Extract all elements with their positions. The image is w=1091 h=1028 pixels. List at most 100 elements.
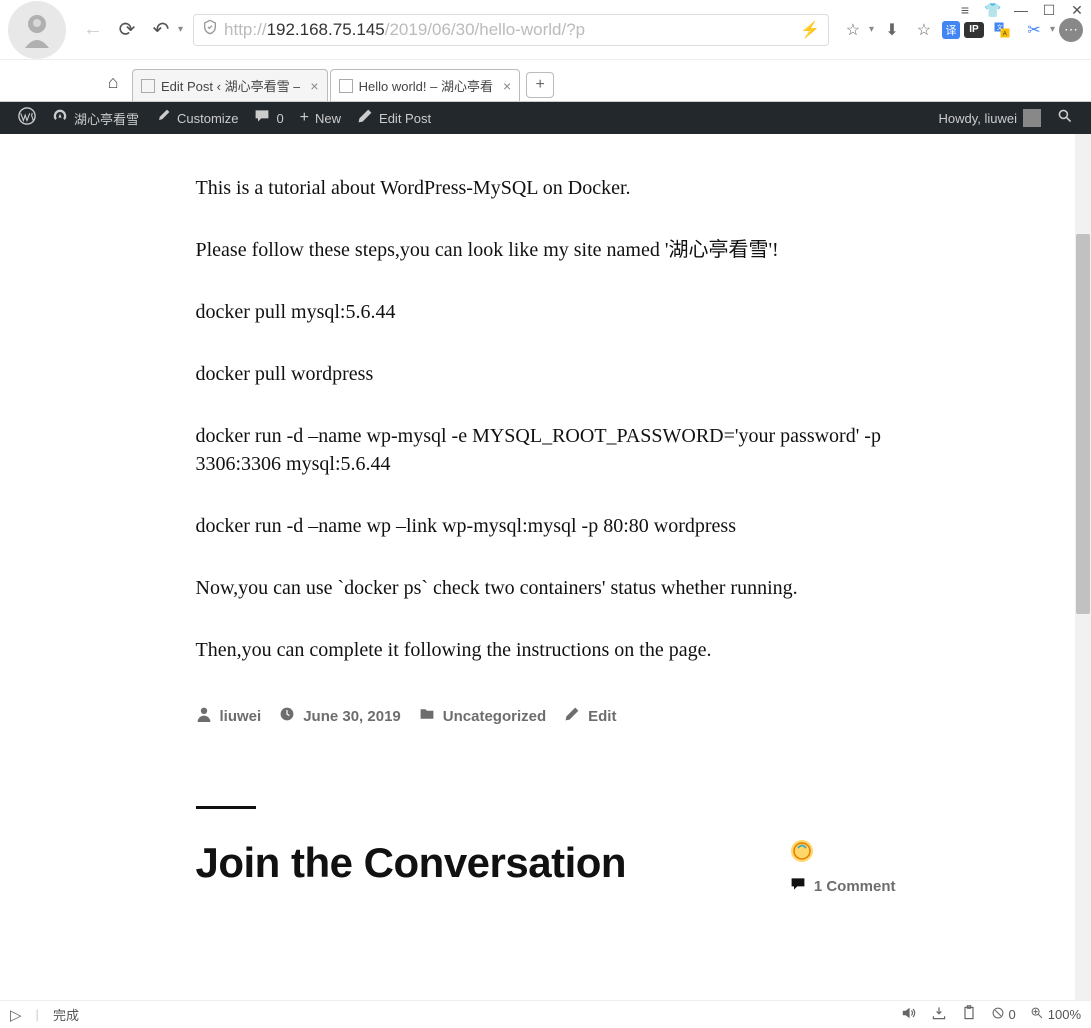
zoom-control[interactable]: 100% <box>1030 1006 1081 1024</box>
google-translate-icon[interactable]: 文A <box>988 16 1016 44</box>
zoom-icon <box>1030 1006 1044 1024</box>
shield-icon <box>202 19 218 40</box>
download-tray-icon[interactable] <box>931 1005 947 1025</box>
bookmark-icon[interactable]: ☆ <box>910 16 938 44</box>
new-label: New <box>315 111 341 126</box>
post-meta: liuwei June 30, 2019 Uncategorized Edit <box>196 698 896 726</box>
meta-edit[interactable]: Edit <box>564 706 616 726</box>
wp-search[interactable] <box>1049 102 1081 134</box>
customize-label: Customize <box>177 111 238 126</box>
howdy-label: Howdy, liuwei <box>938 111 1017 126</box>
post-paragraph: Now,you can use `docker ps` check two co… <box>196 574 896 602</box>
post-paragraph: docker run -d –name wp –link wp-mysql:my… <box>196 512 896 540</box>
comments-count: 0 <box>276 111 283 126</box>
menu-icon[interactable]: ≡ <box>957 2 973 18</box>
tab-hello-world[interactable]: Hello world! – 湖心亭看 × <box>330 69 521 101</box>
post-paragraph: This is a tutorial about WordPress-MySQL… <box>196 174 896 202</box>
page-viewport: This is a tutorial about WordPress-MySQL… <box>0 134 1091 1000</box>
shirt-icon[interactable]: 👕 <box>985 2 1001 18</box>
category-label: Uncategorized <box>443 708 546 725</box>
post-paragraph: Please follow these steps,you can look l… <box>196 236 896 264</box>
author-label: liuwei <box>220 708 262 725</box>
comments-section: Join the Conversation 1 Comment <box>196 806 896 896</box>
clipboard-icon[interactable] <box>961 1005 977 1025</box>
wp-comments[interactable]: 0 <box>246 102 291 134</box>
url-text: http://192.168.75.145/2019/06/30/hello-w… <box>224 20 796 40</box>
wp-edit-post[interactable]: Edit Post <box>349 102 439 134</box>
wp-site-name[interactable]: 湖心亭看雪 <box>44 102 147 134</box>
close-tab-icon[interactable]: × <box>310 78 318 94</box>
meta-date[interactable]: June 30, 2019 <box>279 706 401 726</box>
translate-icon[interactable]: 译 <box>942 21 960 39</box>
wp-customize[interactable]: Customize <box>147 102 246 134</box>
edit-post-label: Edit Post <box>379 111 431 126</box>
plus-icon: + <box>300 109 309 127</box>
page-icon <box>339 79 353 93</box>
edit-label: Edit <box>588 708 616 725</box>
tab-bar: ⌂ Edit Post ‹ 湖心亭看雪 – × Hello world! – 湖… <box>0 60 1091 102</box>
home-button[interactable]: ⌂ <box>98 67 128 97</box>
bookmark-dropdown-icon[interactable]: ▾ <box>869 24 874 35</box>
speech-bubble-icon <box>790 876 806 896</box>
wp-logo[interactable] <box>10 102 44 134</box>
scissors-dropdown-icon[interactable]: ▾ <box>1050 24 1055 35</box>
person-icon <box>196 706 212 726</box>
download-icon[interactable]: ⬇ <box>878 16 906 44</box>
meta-category[interactable]: Uncategorized <box>419 706 546 726</box>
comments-heading: Join the Conversation <box>196 839 627 887</box>
wp-admin-bar: 湖心亭看雪 Customize 0 + New Edit Post Howdy,… <box>0 102 1091 134</box>
date-label: June 30, 2019 <box>303 708 401 725</box>
wp-new[interactable]: + New <box>292 102 349 134</box>
browser-toolbar: ← ⟳ ↶ ▾ http://192.168.75.145/2019/06/30… <box>0 0 1091 60</box>
history-dropdown-icon[interactable]: ▾ <box>178 24 183 35</box>
page-icon <box>141 79 155 93</box>
scrollbar-track[interactable] <box>1075 134 1091 1000</box>
star-outline-icon[interactable]: ☆ <box>839 16 867 44</box>
comment-count-label: 1 Comment <box>814 878 896 895</box>
site-name-label: 湖心亭看雪 <box>74 109 139 128</box>
block-count-label: 0 <box>1009 1007 1016 1022</box>
profile-avatar[interactable] <box>8 1 66 59</box>
pencil-icon <box>564 706 580 726</box>
undo-button[interactable]: ↶ <box>146 15 176 45</box>
post-paragraph: docker pull mysql:5.6.44 <box>196 298 896 326</box>
block-count[interactable]: 0 <box>991 1006 1016 1024</box>
brush-icon <box>155 108 171 129</box>
scrollbar-thumb[interactable] <box>1076 234 1090 614</box>
post-paragraph: Then,you can complete it following the i… <box>196 636 896 664</box>
shield-block-icon <box>991 1006 1005 1024</box>
scissors-icon[interactable]: ✂ <box>1020 16 1048 44</box>
folder-icon <box>419 706 435 726</box>
ip-icon[interactable]: IP <box>964 22 984 38</box>
minimize-icon[interactable]: — <box>1013 2 1029 18</box>
user-avatar-icon <box>1023 109 1041 127</box>
pencil-icon <box>357 108 373 129</box>
comment-count-link[interactable]: 1 Comment <box>790 876 896 896</box>
lightning-icon[interactable]: ⚡ <box>800 20 820 40</box>
wp-howdy[interactable]: Howdy, liuwei <box>930 102 1049 134</box>
maximize-icon[interactable]: ☐ <box>1041 2 1057 18</box>
meta-author[interactable]: liuwei <box>196 706 262 726</box>
more-button[interactable]: ⋯ <box>1059 18 1083 42</box>
back-button[interactable]: ← <box>78 15 108 45</box>
status-text: 完成 <box>53 1005 79 1024</box>
svg-text:A: A <box>1003 31 1007 37</box>
tab-edit-post[interactable]: Edit Post ‹ 湖心亭看雪 – × <box>132 69 328 101</box>
speedometer-icon <box>52 108 68 129</box>
post-paragraph: docker run -d –name wp-mysql -e MYSQL_RO… <box>196 422 896 478</box>
post-paragraph: docker pull wordpress <box>196 360 896 388</box>
new-tab-button[interactable]: + <box>526 72 554 98</box>
volume-icon[interactable] <box>901 1005 917 1025</box>
divider <box>196 806 256 809</box>
tab-title: Edit Post ‹ 湖心亭看雪 – <box>161 76 300 95</box>
close-tab-icon[interactable]: × <box>503 78 511 94</box>
clock-icon <box>279 706 295 726</box>
play-forward-icon[interactable]: ▷ <box>10 1006 22 1024</box>
commenter-avatar-icon <box>790 839 814 863</box>
post-body: This is a tutorial about WordPress-MySQL… <box>196 174 896 664</box>
zoom-label: 100% <box>1048 1007 1081 1022</box>
reload-button[interactable]: ⟳ <box>112 15 142 45</box>
address-bar[interactable]: http://192.168.75.145/2019/06/30/hello-w… <box>193 14 829 46</box>
status-bar: ▷ | 完成 0 100% <box>0 1000 1091 1028</box>
close-window-icon[interactable]: ✕ <box>1069 2 1085 18</box>
